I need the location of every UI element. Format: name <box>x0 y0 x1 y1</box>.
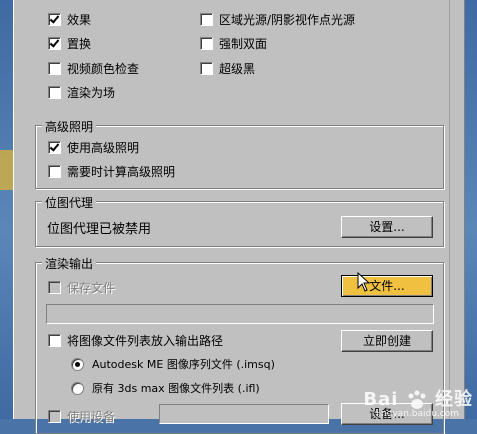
scrollbar-track[interactable] <box>449 0 464 419</box>
bitmap-proxies-setup-button[interactable]: 设置... <box>341 216 433 238</box>
create-now-button[interactable]: 立即创建 <box>341 330 433 352</box>
super-black-option[interactable]: 超级黑 <box>200 60 255 77</box>
displacement-checkbox[interactable] <box>48 37 61 50</box>
render-to-fields-label: 渲染为场 <box>67 86 116 100</box>
output-path-field[interactable] <box>46 304 434 324</box>
effects-option[interactable]: 效果 <box>48 11 91 28</box>
render-output-title: 渲染输出 <box>42 255 97 272</box>
use-device-option[interactable]: 使用设备 <box>48 408 115 425</box>
video-color-check-label: 视频颜色检查 <box>67 62 140 76</box>
watermark-brand: Bai <box>363 389 399 410</box>
super-black-label: 超级黑 <box>219 62 256 76</box>
bitmap-proxies-title: 位图代理 <box>42 194 97 211</box>
device-field[interactable] <box>159 404 329 424</box>
compute-advanced-lighting-label: 需要时计算高级照明 <box>67 165 176 179</box>
use-device-checkbox[interactable] <box>48 410 61 423</box>
use-device-label: 使用设备 <box>67 410 116 424</box>
area-lights-option[interactable]: 区域光源/阴影视作点光源 <box>200 11 355 28</box>
baidu-paw-icon <box>408 390 426 409</box>
radio-legacy-option[interactable]: 原有 3ds max 图像文件列表 (.ifl) <box>71 380 260 396</box>
radio-autodesk-label: Autodesk ME 图像序列文件 (.imsq) <box>92 358 275 371</box>
video-color-check-checkbox[interactable] <box>48 62 61 75</box>
use-advanced-lighting-checkbox[interactable] <box>48 141 61 154</box>
render-setup-panel: 效果 置换 视频颜色检查 渲染为场 区域光源/阴影视作点光源 强制双面 超级黑 … <box>13 0 465 434</box>
render-to-fields-checkbox[interactable] <box>48 86 61 99</box>
put-list-label: 将图像文件列表放入输出路径 <box>67 334 224 348</box>
radio-autodesk-option[interactable]: Autodesk ME 图像序列文件 (.imsq) <box>71 356 275 372</box>
radio-autodesk-button[interactable] <box>71 357 84 371</box>
effects-checkbox[interactable] <box>48 13 61 26</box>
displacement-label: 置换 <box>67 37 92 51</box>
force-two-sided-option[interactable]: 强制双面 <box>200 35 267 52</box>
compute-advanced-lighting-option[interactable]: 需要时计算高级照明 <box>48 163 175 180</box>
force-two-sided-checkbox[interactable] <box>200 37 213 50</box>
bitmap-proxies-status: 位图代理已被禁用 <box>47 222 152 237</box>
mouse-cursor-icon <box>357 272 371 292</box>
render-to-fields-option[interactable]: 渲染为场 <box>48 84 115 101</box>
super-black-checkbox[interactable] <box>200 62 213 75</box>
advanced-lighting-title: 高级照明 <box>42 118 97 135</box>
compute-advanced-lighting-checkbox[interactable] <box>48 165 61 178</box>
put-list-checkbox[interactable] <box>48 334 61 347</box>
files-button[interactable]: 文件... <box>341 275 433 297</box>
radio-legacy-label: 原有 3ds max 图像文件列表 (.ifl) <box>92 382 260 395</box>
area-lights-checkbox[interactable] <box>200 13 213 26</box>
displacement-option[interactable]: 置换 <box>48 35 91 52</box>
radio-legacy-button[interactable] <box>71 381 84 395</box>
watermark-brand-suffix: 经验 <box>435 389 473 410</box>
video-color-check-option[interactable]: 视频颜色检查 <box>48 60 139 77</box>
baidu-watermark: Bai 经验 <box>363 385 473 411</box>
area-lights-label: 区域光源/阴影视作点光源 <box>219 13 356 27</box>
save-file-checkbox[interactable] <box>48 281 61 294</box>
use-advanced-lighting-label: 使用高级照明 <box>67 141 140 155</box>
effects-label: 效果 <box>67 13 92 27</box>
save-file-label: 保存文件 <box>67 281 116 295</box>
force-two-sided-label: 强制双面 <box>219 37 268 51</box>
put-list-option[interactable]: 将图像文件列表放入输出路径 <box>48 332 223 349</box>
use-advanced-lighting-option[interactable]: 使用高级照明 <box>48 139 139 156</box>
watermark-url: jingyan.baidu.com <box>375 409 459 419</box>
save-file-option[interactable]: 保存文件 <box>48 279 115 296</box>
